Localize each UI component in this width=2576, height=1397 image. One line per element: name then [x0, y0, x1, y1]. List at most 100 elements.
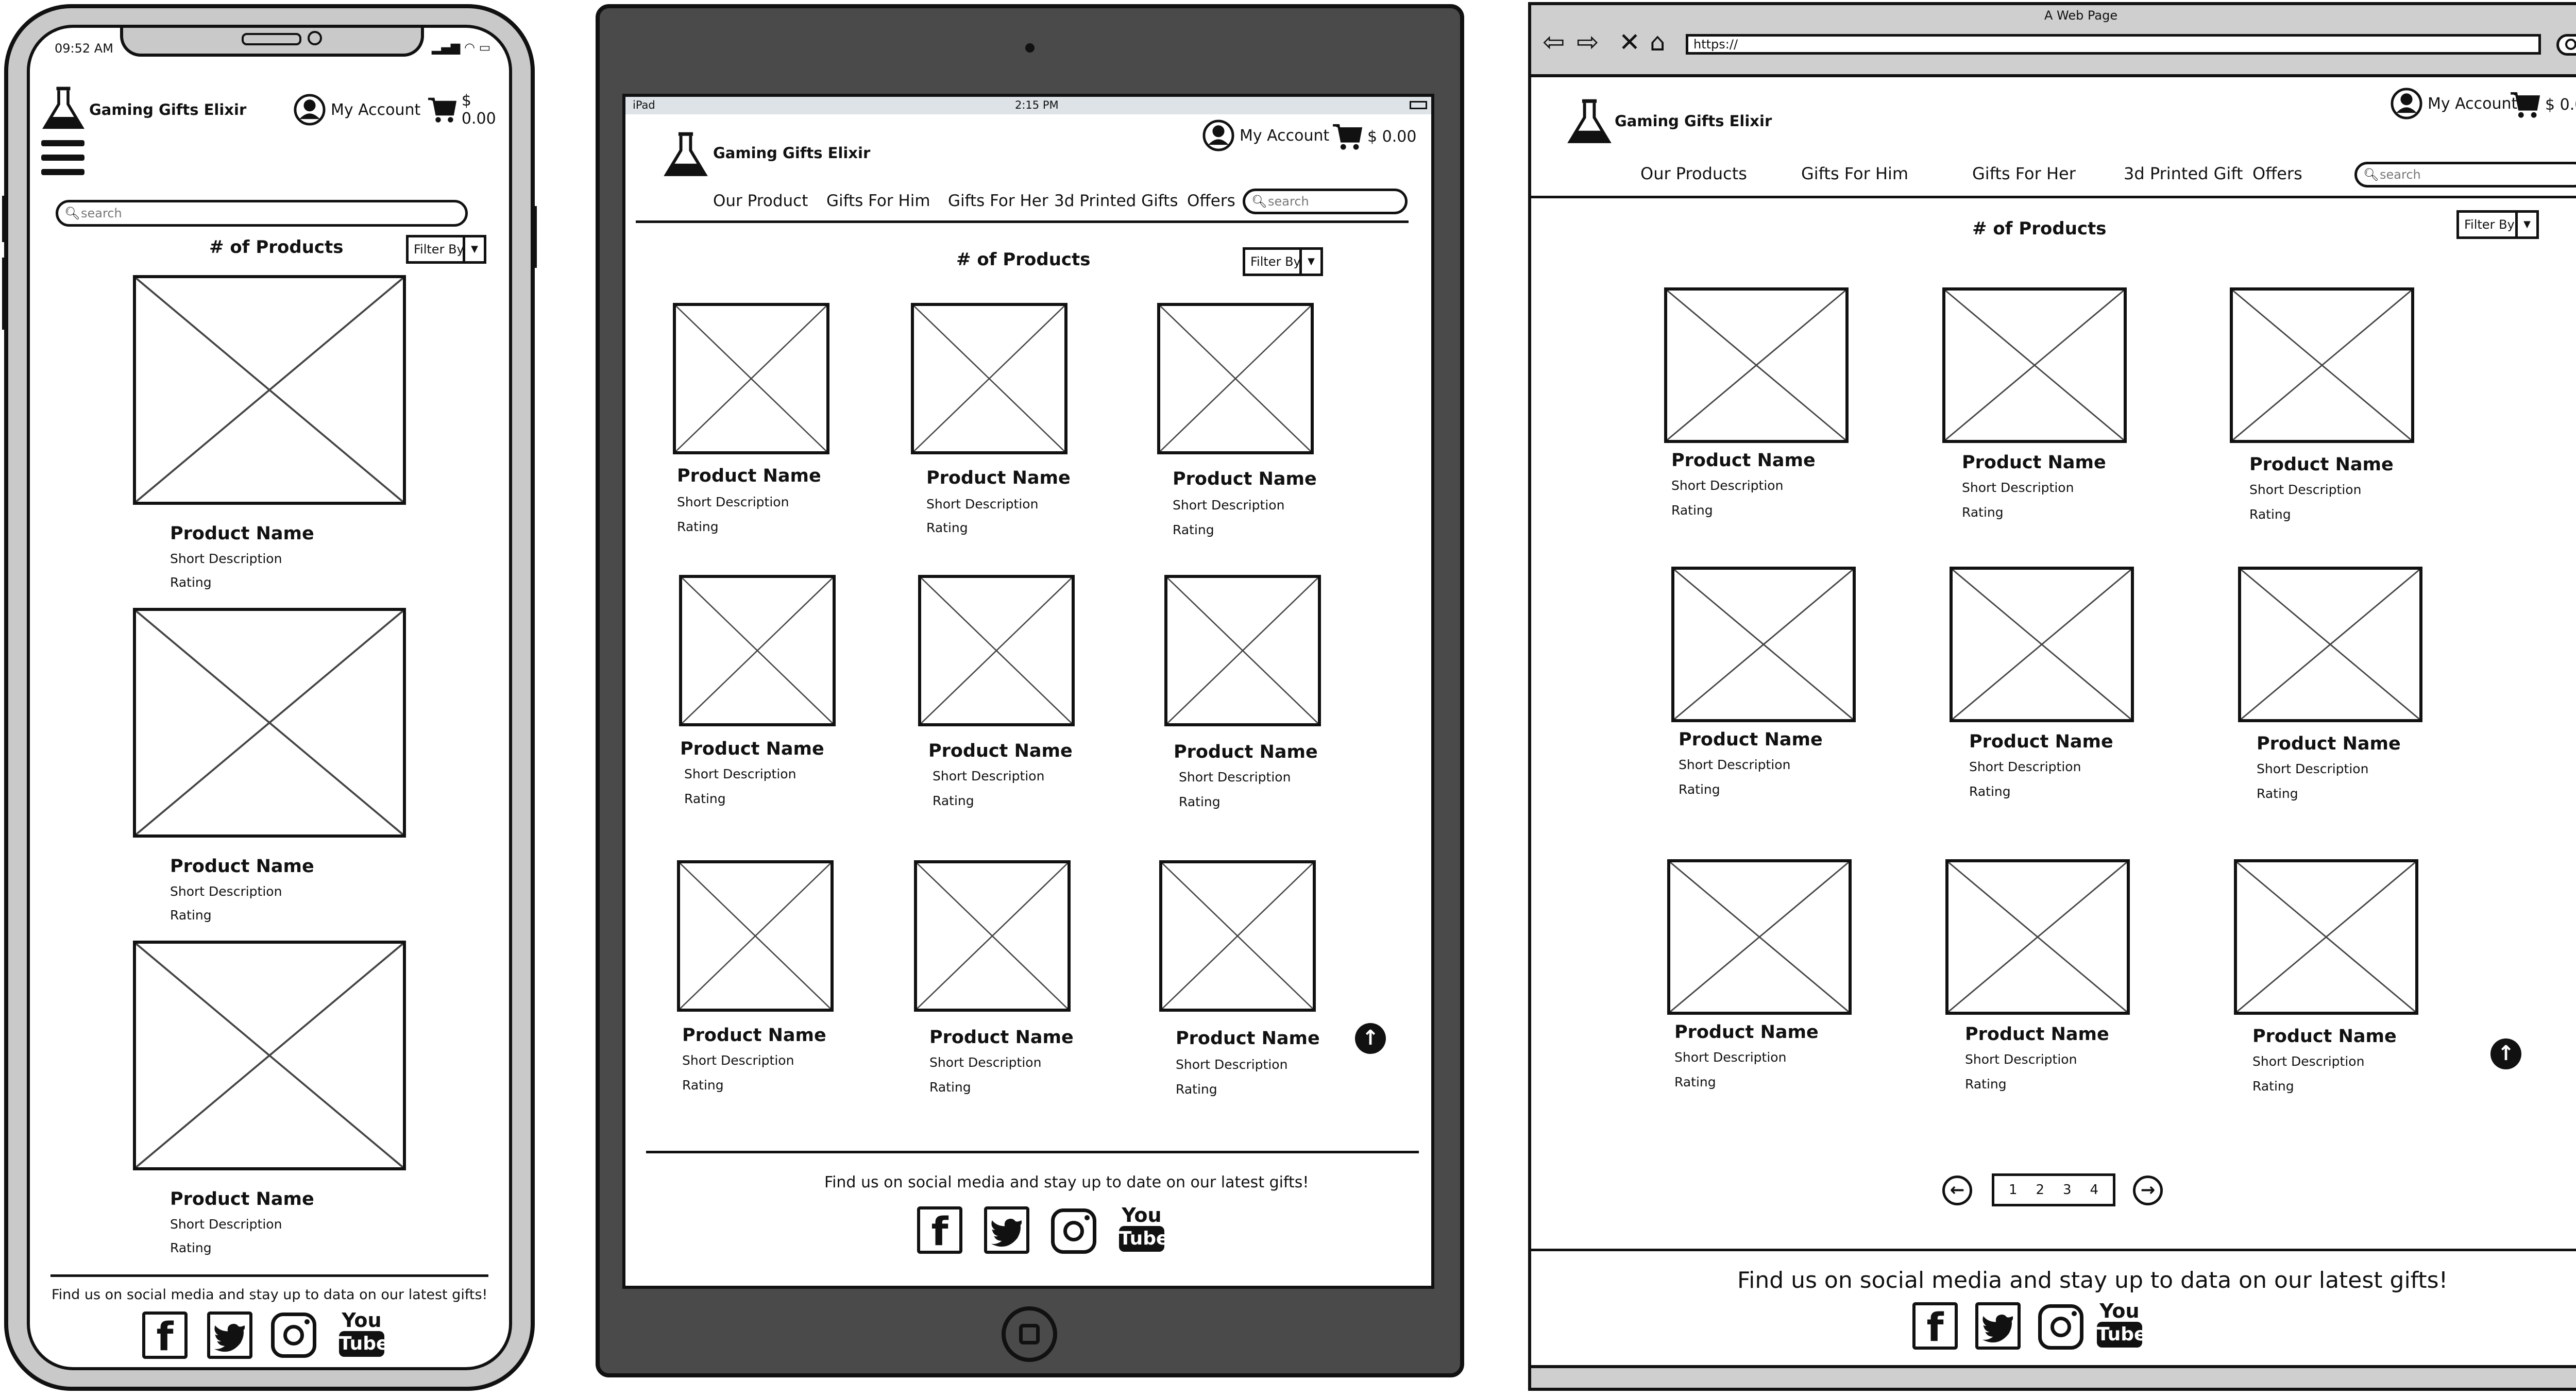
product-name[interactable]: Product Name — [680, 739, 824, 759]
nav-item-3d-printed-gift[interactable]: 3d Printed Gift — [2124, 164, 2243, 183]
nav-item-gifts-for-him[interactable]: Gifts For Him — [1801, 164, 1908, 183]
youtube-icon[interactable]: You Tube — [2097, 1300, 2146, 1352]
cart-link[interactable]: $ 0.00 — [427, 92, 509, 128]
product-image[interactable] — [133, 941, 406, 1170]
product-name[interactable]: Product Name — [928, 741, 1073, 761]
brand-logo[interactable] — [1565, 97, 1614, 145]
arrow-up-circle-icon[interactable]: ↑ — [1355, 1023, 1386, 1054]
product-name[interactable]: Product Name — [1674, 1022, 1819, 1043]
product-name[interactable]: Product Name — [1679, 729, 1823, 750]
filter-dropdown[interactable]: Filter By ▼ — [2456, 210, 2539, 239]
product-name[interactable]: Product Name — [170, 1189, 314, 1209]
nav-item-3d-printed-gifts[interactable]: 3d Printed Gifts — [1054, 192, 1178, 210]
product-name[interactable]: Product Name — [2252, 1026, 2397, 1047]
account-link[interactable]: My Account — [2389, 86, 2517, 122]
twitter-icon[interactable] — [1975, 1302, 2021, 1350]
twitter-icon[interactable] — [207, 1311, 252, 1359]
page-1[interactable]: 1 — [2009, 1182, 2018, 1198]
browser-search-box[interactable] — [2556, 34, 2576, 56]
page-2[interactable]: 2 — [2036, 1182, 2044, 1198]
product-name[interactable]: Product Name — [170, 523, 314, 544]
instagram-icon[interactable] — [2038, 1304, 2083, 1350]
product-image[interactable] — [133, 275, 406, 505]
product-name[interactable]: Product Name — [2249, 454, 2394, 475]
home-icon[interactable]: ⌂ — [1650, 28, 1665, 57]
product-image[interactable] — [911, 303, 1067, 454]
instagram-icon[interactable] — [1051, 1208, 1096, 1254]
nav-item-our-product[interactable]: Our Product — [713, 192, 808, 210]
product-image[interactable] — [1164, 575, 1321, 726]
search-input[interactable]: 🔍︎ search — [56, 200, 468, 227]
search-input[interactable]: 🔍︎ search — [1243, 189, 1408, 214]
cart-link[interactable]: $ 0.00 — [2509, 87, 2576, 123]
hamburger-menu-icon[interactable] — [41, 137, 84, 178]
page-3[interactable]: 3 — [2063, 1182, 2072, 1198]
product-name[interactable]: Product Name — [1965, 1024, 2109, 1045]
product-name[interactable]: Product Name — [1962, 452, 2106, 473]
flask-icon — [42, 87, 84, 129]
pagination-prev[interactable]: ← — [1942, 1175, 1972, 1205]
nav-item-offers[interactable]: Offers — [2252, 164, 2302, 183]
product-name[interactable]: Product Name — [2257, 734, 2401, 754]
twitter-icon[interactable] — [984, 1206, 1029, 1254]
product-name[interactable]: Product Name — [1173, 469, 1317, 489]
product-name[interactable]: Product Name — [170, 856, 314, 877]
facebook-icon[interactable]: f — [142, 1311, 188, 1359]
product-image[interactable] — [133, 608, 406, 838]
brand-name[interactable]: Gaming Gifts Elixir — [1615, 112, 1772, 130]
product-image[interactable] — [1667, 859, 1852, 1015]
product-image[interactable] — [2230, 287, 2414, 443]
product-image[interactable] — [1945, 859, 2130, 1015]
product-image[interactable] — [1159, 860, 1316, 1012]
filter-dropdown[interactable]: Filter By ▼ — [1243, 247, 1323, 276]
product-image[interactable] — [677, 860, 834, 1012]
filter-dropdown[interactable]: Filter By ▼ — [406, 235, 486, 264]
product-image[interactable] — [1664, 287, 1849, 443]
product-image[interactable] — [1671, 567, 1856, 722]
stop-icon[interactable]: ✕ — [1619, 28, 1640, 57]
nav-item-offers[interactable]: Offers — [1187, 192, 1235, 210]
product-image[interactable] — [673, 303, 829, 454]
product-name[interactable]: Product Name — [929, 1027, 1074, 1048]
product-image[interactable] — [914, 860, 1071, 1012]
search-input[interactable]: 🔍︎ search — [2354, 162, 2576, 188]
product-name[interactable]: Product Name — [1969, 731, 2113, 752]
account-link[interactable]: My Account — [1201, 117, 1329, 154]
facebook-icon[interactable]: f — [917, 1206, 962, 1254]
youtube-icon[interactable]: You Tube — [1119, 1204, 1168, 1256]
product-name[interactable]: Product Name — [1671, 450, 1816, 471]
product-name[interactable]: Product Name — [1176, 1028, 1320, 1049]
pagination-next[interactable]: → — [2133, 1175, 2163, 1205]
product-image[interactable] — [2234, 859, 2418, 1015]
youtube-icon[interactable]: You Tube — [339, 1309, 388, 1361]
brand-name[interactable]: Gaming Gifts Elixir — [89, 101, 246, 118]
product-image[interactable] — [918, 575, 1075, 726]
user-circle-icon — [2391, 88, 2422, 120]
forward-icon[interactable]: ⇨ — [1577, 28, 1599, 57]
nav-item-gifts-for-him[interactable]: Gifts For Him — [826, 192, 930, 210]
brand-logo[interactable] — [662, 130, 710, 178]
instagram-icon[interactable] — [271, 1313, 316, 1358]
nav-item-our-products[interactable]: Our Products — [1640, 164, 1747, 183]
product-name[interactable]: Product Name — [1174, 742, 1318, 762]
back-icon[interactable]: ⇦ — [1543, 28, 1565, 57]
url-bar[interactable]: https:// — [1686, 34, 2541, 55]
product-image[interactable] — [2238, 567, 2422, 722]
product-image[interactable] — [1950, 567, 2134, 722]
product-image[interactable] — [1942, 287, 2127, 443]
product-name[interactable]: Product Name — [677, 466, 821, 486]
product-image[interactable] — [1157, 303, 1314, 454]
product-image[interactable] — [679, 575, 836, 726]
product-name[interactable]: Product Name — [682, 1025, 826, 1046]
nav-item-gifts-for-her[interactable]: Gifts For Her — [948, 192, 1048, 210]
brand-logo[interactable] — [40, 84, 87, 131]
nav-item-gifts-for-her[interactable]: Gifts For Her — [1972, 164, 2076, 183]
account-link[interactable]: My Account — [293, 92, 420, 128]
tablet-home-button[interactable] — [1002, 1306, 1057, 1362]
brand-name[interactable]: Gaming Gifts Elixir — [713, 144, 870, 162]
product-name[interactable]: Product Name — [926, 468, 1071, 488]
page-4[interactable]: 4 — [2090, 1182, 2098, 1198]
facebook-icon[interactable]: f — [1912, 1302, 1958, 1350]
arrow-up-circle-icon[interactable]: ↑ — [2490, 1038, 2521, 1069]
cart-link[interactable]: $ 0.00 — [1331, 118, 1416, 155]
